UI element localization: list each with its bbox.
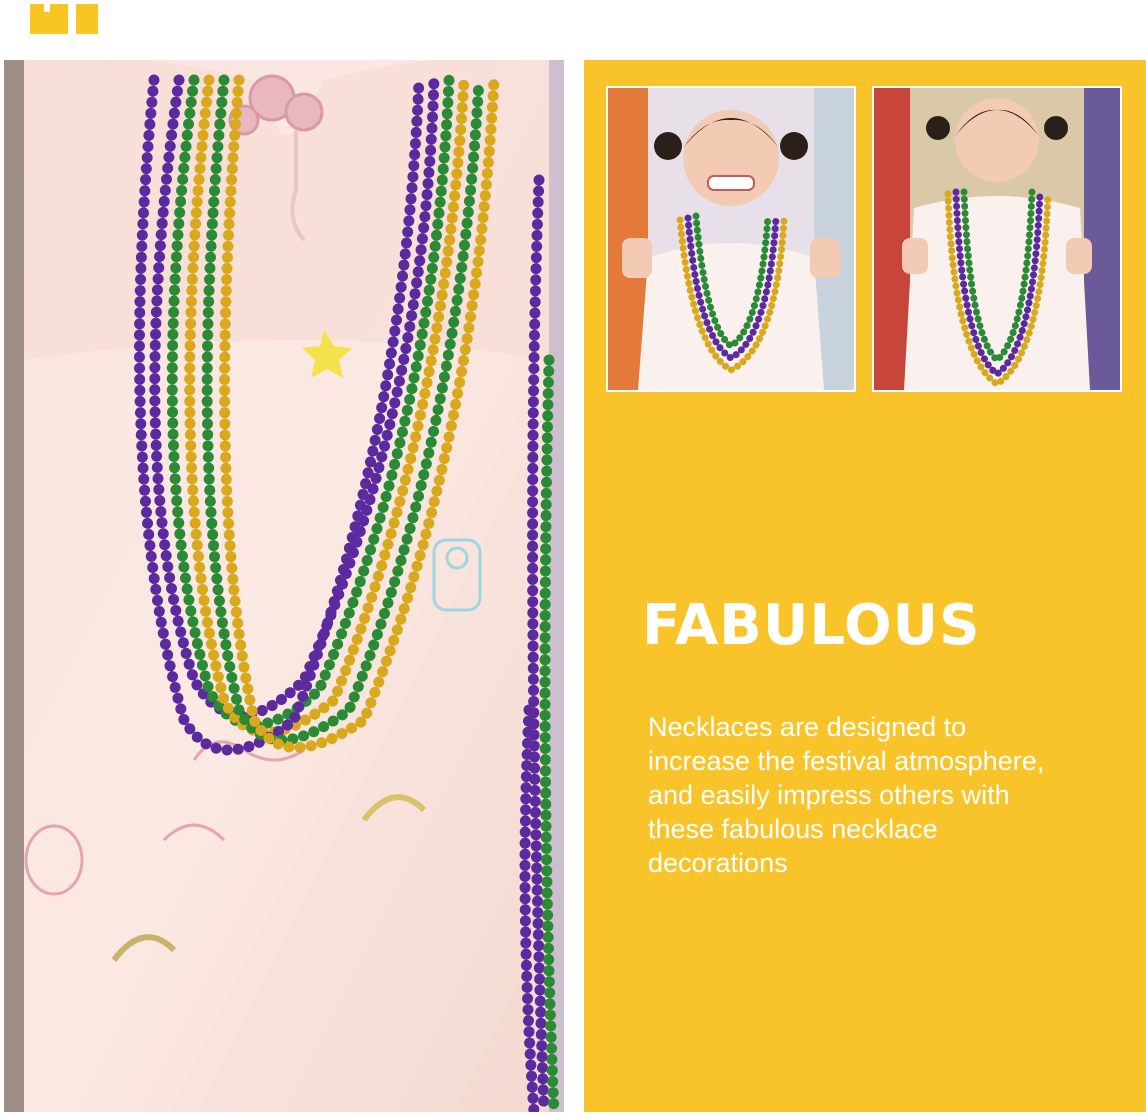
info-panel: FABULOUS Necklaces are designed to incre… [584,60,1146,1112]
description-line: decorations [648,848,788,878]
description-line: and easily impress others with [648,780,1010,810]
description-text: Necklaces are designed to increase the f… [648,710,1118,880]
main-product-photo [4,60,564,1112]
description-line: Necklaces are designed to [648,712,967,742]
description-line: increase the festival atmosphere, [648,746,1045,776]
logo-notch [44,4,50,12]
brand-logo [30,4,98,34]
headline: FABULOUS [642,593,981,658]
thumbnail-photo-1 [606,86,856,392]
logo-block-right [76,4,98,34]
thumbnail-photo-2 [872,86,1122,392]
description-line: these fabulous necklace [648,814,938,844]
